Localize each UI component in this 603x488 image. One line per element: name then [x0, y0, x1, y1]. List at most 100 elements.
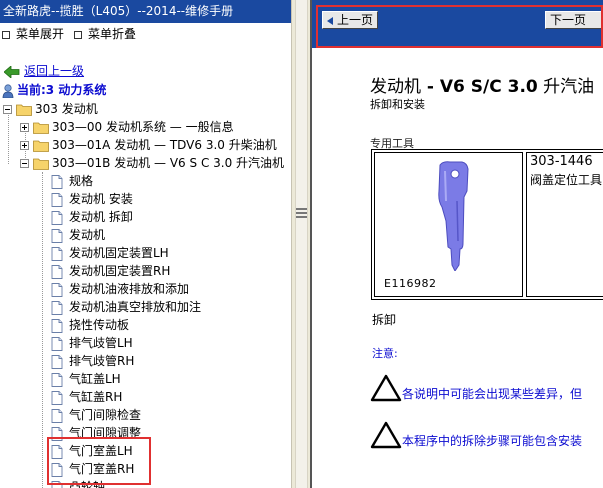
tree-node-label: 303 发动机 — [35, 102, 98, 116]
tree-leaf-label: 气缸盖RH — [69, 390, 123, 404]
tree-guide-line — [8, 112, 9, 164]
document-icon — [51, 174, 63, 189]
square-icon — [74, 30, 82, 39]
tree-node-label: 303—00 发动机系统 — 一般信息 — [52, 120, 234, 134]
document-icon — [51, 246, 63, 261]
current-section-label: 当前:3 动力系统 — [17, 83, 107, 97]
tree-leaf-label: 排气歧管LH — [69, 336, 133, 350]
valve-cover-tool-image — [438, 161, 469, 271]
tree-leaf-item[interactable]: 发动机 — [51, 226, 105, 244]
tool-name: 阀盖定位工具 — [530, 173, 603, 187]
document-icon — [51, 354, 63, 369]
warning-text: 各说明中可能会出现某些差异，但 — [402, 387, 583, 401]
tree-leaf-label: 排气歧管RH — [69, 354, 135, 368]
collapse-menu-label: 菜单折叠 — [88, 27, 137, 41]
document-title: 发动机 - V6 S/C 3.0 升汽油 — [370, 72, 594, 97]
collapse-icon[interactable] — [20, 159, 29, 168]
tree-leaf-label: 挠性传动板 — [69, 318, 130, 332]
warning-triangle-icon — [370, 374, 402, 402]
tree-leaf-label: 发动机 拆卸 — [69, 210, 133, 224]
warning-row: 各说明中可能会出现某些差异，但 — [370, 374, 582, 402]
expand-icon[interactable] — [20, 141, 29, 150]
note-heading: 注意: — [372, 347, 398, 360]
tree-node-303-01a[interactable]: 303—01A 发动机 — TDV6 3.0 升柴油机 — [20, 136, 277, 154]
tree-leaf-item[interactable]: 发动机油真空排放和加注 — [51, 298, 201, 316]
tree-leaf-label: 规格 — [69, 174, 94, 188]
expand-menu-button[interactable]: 菜单展开 — [2, 26, 64, 43]
current-section: 当前:3 动力系统 — [2, 81, 106, 99]
document-icon — [51, 408, 63, 423]
tree-leaf-label: 气缸盖LH — [69, 372, 121, 386]
warning-triangle-icon — [370, 421, 402, 449]
back-link-label: 返回上一级 — [24, 64, 85, 78]
document-icon — [51, 228, 63, 243]
warning-row: 本程序中的拆除步骤可能包含安装 — [370, 421, 582, 449]
document-icon — [51, 264, 63, 279]
tree-node-303-00[interactable]: 303—00 发动机系统 — 一般信息 — [20, 118, 234, 136]
warning-text: 本程序中的拆除步骤可能包含安装 — [402, 434, 583, 448]
scrollbar-track[interactable] — [295, 0, 308, 488]
tool-number: 303-1446 — [530, 154, 593, 169]
splitter-grip-icon[interactable] — [296, 206, 307, 222]
tree-leaf-item[interactable]: 规格 — [51, 172, 93, 190]
user-icon — [2, 83, 14, 98]
nav-highlight-box — [316, 5, 603, 48]
tree-leaf-label: 发动机油液排放和添加 — [69, 282, 190, 296]
document-icon — [51, 300, 63, 315]
document-icon — [51, 318, 63, 333]
figure-code: E116982 — [384, 277, 437, 290]
collapse-icon[interactable] — [3, 105, 12, 114]
navigation-tree-pane: 全新路虎--揽胜（L405）--2014--维修手册 菜单展开 菜单折叠 返回上… — [0, 0, 291, 488]
tree-leaf-label: 发动机 — [69, 228, 106, 242]
document-pane: 上一页 下一页 发动机 - V6 S/C 3.0 升汽油 拆卸和安装 专用工具 … — [310, 0, 603, 488]
tree-guide-line — [42, 172, 43, 488]
tree-node-label: 303—01A 发动机 — TDV6 3.0 升柴油机 — [52, 138, 277, 152]
tree-leaf-item[interactable]: 排气歧管LH — [51, 334, 133, 352]
tree-leaf-item[interactable]: 排气歧管RH — [51, 352, 134, 370]
folder-open-icon — [16, 104, 32, 116]
document-icon — [51, 390, 63, 405]
tree-leaf-label: 发动机 安装 — [69, 192, 133, 206]
document-icon — [51, 336, 63, 351]
manual-title-bar: 全新路虎--揽胜（L405）--2014--维修手册 — [0, 0, 291, 23]
folder-icon — [33, 140, 49, 152]
folder-open-icon — [33, 158, 49, 170]
tree-leaf-item[interactable]: 发动机 安装 — [51, 190, 133, 208]
tool-text-cell: 303-1446 阀盖定位工具 — [526, 152, 603, 297]
document-icon — [51, 282, 63, 297]
square-icon — [2, 30, 10, 39]
tree-leaf-item[interactable]: 发动机固定装置LH — [51, 244, 169, 262]
expand-icon[interactable] — [20, 123, 29, 132]
document-icon — [51, 192, 63, 207]
back-link[interactable]: 返回上一级 — [4, 62, 84, 80]
tree-leaf-item[interactable]: 气缸盖LH — [51, 370, 121, 388]
pane-splitter[interactable] — [291, 0, 310, 488]
title-suffix: 升汽油 — [537, 77, 595, 97]
tree-leaf-item[interactable]: 气门间隙检查 — [51, 406, 141, 424]
tree-leaf-label: 发动机油真空排放和加注 — [69, 300, 202, 314]
tree-leaf-label: 发动机固定装置RH — [69, 264, 171, 278]
collapse-menu-button[interactable]: 菜单折叠 — [74, 26, 136, 43]
tree-node-303[interactable]: 303 发动机 — [3, 100, 98, 118]
tree-node-label: 303—01B 发动机 — V6 S C 3.0 升汽油机 — [52, 156, 285, 170]
tool-image-cell: E116982 — [374, 152, 523, 297]
removal-heading: 拆卸 — [372, 313, 397, 327]
highlight-box — [47, 437, 151, 485]
special-tools-table: E116982 303-1446 阀盖定位工具 — [371, 149, 603, 300]
tree-leaf-item[interactable]: 挠性传动板 — [51, 316, 129, 334]
tree-node-303-01b[interactable]: 303—01B 发动机 — V6 S C 3.0 升汽油机 — [20, 154, 284, 172]
folder-icon — [33, 122, 49, 134]
expand-menu-label: 菜单展开 — [16, 27, 65, 41]
tree-leaf-label: 气门间隙检查 — [69, 408, 142, 422]
back-arrow-icon — [4, 65, 20, 78]
tree-leaf-item[interactable]: 发动机油液排放和添加 — [51, 280, 189, 298]
tree-leaf-item[interactable]: 发动机 拆卸 — [51, 208, 133, 226]
document-icon — [51, 372, 63, 387]
tree-leaf-label: 发动机固定装置LH — [69, 246, 169, 260]
document-icon — [51, 210, 63, 225]
title-prefix: 发动机 — [370, 77, 421, 97]
document-subtitle: 拆卸和安装 — [370, 98, 425, 111]
title-bold: - V6 S/C 3.0 — [421, 77, 538, 97]
tree-leaf-item[interactable]: 气缸盖RH — [51, 388, 122, 406]
tree-leaf-item[interactable]: 发动机固定装置RH — [51, 262, 170, 280]
